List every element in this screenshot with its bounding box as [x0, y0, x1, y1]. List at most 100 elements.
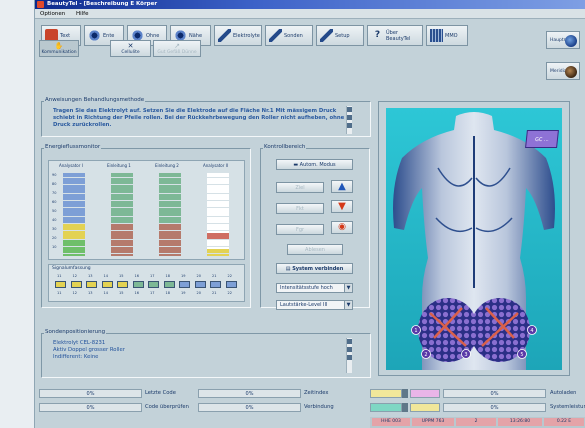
status-value-4: 0%	[39, 403, 142, 412]
toolbar-setup-button[interactable]: Setup	[316, 25, 364, 46]
indicator-yellow-2	[410, 403, 440, 412]
sphere-icon	[565, 66, 577, 78]
signal-top-label: 11	[57, 274, 62, 278]
signal-area: Signalumfassung 11 11 12 12 13 13 14 14 15 15 16 16…	[48, 264, 245, 302]
main-menu-button[interactable]: Hauptmenü	[546, 31, 580, 49]
volume-select[interactable]: Lautstärke-Level III ▼	[276, 300, 353, 310]
control-title: Kontrollbereich	[263, 144, 307, 150]
signal-bottom-label: 18	[165, 291, 170, 295]
instructions-title: Anweisungen Behandlungsmethode	[44, 97, 146, 103]
signal-bottom-label: 21	[212, 291, 217, 295]
globe-icon	[565, 35, 577, 47]
signal-bottom-label: 15	[119, 291, 124, 295]
disabled-button-1[interactable]: Ziel	[276, 182, 324, 193]
tab-other[interactable]: ↗ Gut Gefäß Dünne	[153, 40, 201, 57]
probes-scrollbar[interactable]	[346, 338, 352, 373]
signal-top-label: 20	[196, 274, 201, 278]
auto-mode-button[interactable]: ▬ Autom. Modus	[276, 159, 353, 170]
tab-communication[interactable]: ✋ Kommunikation	[39, 40, 79, 57]
signal-top-label: 19	[181, 274, 186, 278]
intensity-select[interactable]: Intensitätsstufe hoch ▼	[276, 283, 353, 293]
stop-button[interactable]: ◉	[331, 221, 353, 234]
disabled-button-4[interactable]: Ablesen	[287, 244, 343, 255]
scale-tick: 20	[52, 236, 57, 240]
instructions-scrollbar[interactable]	[346, 106, 352, 134]
signal-top-label: 17	[150, 274, 155, 278]
readout-strip: HHE 003 UPPM 763 2 13:26:80 0.22 E	[370, 417, 585, 428]
arrow-icon: ↗	[174, 42, 180, 50]
spin-button[interactable]	[402, 403, 408, 412]
down-arrow-button[interactable]: ▼	[331, 200, 353, 213]
area-marker-label: 4	[530, 328, 533, 334]
status-label-2: Zeitindex	[304, 390, 329, 396]
signal-top-label: 12	[72, 274, 77, 278]
chevron-down-icon: ▼	[344, 284, 352, 292]
signal-top-label: 14	[103, 274, 108, 278]
signal-bottom-label: 19	[181, 291, 186, 295]
toolbar-about-button[interactable]: ? Über BeautyTel	[367, 25, 423, 46]
status-value-6: 0%	[443, 403, 546, 412]
picture-icon	[430, 29, 443, 42]
scale-tick: 40	[52, 218, 57, 222]
meridian-button[interactable]: Meridiane	[546, 62, 580, 80]
signal-cell	[70, 281, 82, 288]
status-value-1: 0%	[39, 389, 142, 398]
wrench-icon	[269, 29, 282, 42]
status-label-5: Verbindung	[304, 404, 334, 410]
signal-bottom-label: 13	[88, 291, 93, 295]
energy-title: Energieflussmonitor	[44, 144, 102, 150]
spin-button[interactable]	[402, 389, 408, 398]
signal-bottom-label: 20	[196, 291, 201, 295]
menu-help[interactable]: Hilfe	[76, 11, 89, 17]
meter-column-label: Einleitung 2	[155, 163, 179, 168]
area-marker-label: 1	[414, 328, 417, 334]
indicator-teal	[370, 403, 402, 412]
gc-badge[interactable]: GC ...	[525, 130, 559, 148]
disabled-button-2[interactable]: Fkt	[276, 203, 324, 214]
disabled-button-3[interactable]: Fgr	[276, 224, 324, 235]
readout-4: 13:26:80	[498, 418, 542, 426]
probes-text: Elektrolyt CEL-8231 Aktiv Doppel grosser…	[49, 338, 353, 373]
status-value-2: 0%	[198, 389, 301, 398]
meter-segment	[63, 253, 85, 256]
signal-cell	[210, 281, 221, 288]
signal-bottom-label: 22	[227, 291, 232, 295]
wrench-icon	[218, 29, 231, 42]
signal-bottom-label: 14	[103, 291, 108, 295]
toolbar-mmo-button[interactable]: MMO	[426, 25, 468, 46]
signal-cell	[194, 281, 206, 288]
window-title: BeautyTel - [Beschreibung E Körper	[47, 1, 158, 7]
toolbar-elektrolyte-button[interactable]: Elektrolyte	[214, 25, 262, 46]
connect-system-button[interactable]: ▤ System verbinden	[276, 263, 353, 274]
signal-top-label: 15	[119, 274, 124, 278]
status-label-6: Systemleistung	[550, 404, 585, 410]
readout-3: 2	[456, 418, 496, 426]
body-image-panel: 1 2 3 4 5 GC ...	[378, 101, 570, 376]
signal-top-label: 18	[165, 274, 170, 278]
signal-bottom-label: 12	[72, 291, 77, 295]
readout-2: UPPM 763	[412, 418, 454, 426]
signal-label: Signalumfassung	[52, 266, 91, 271]
gear-icon	[88, 29, 101, 42]
status-value-3: 0%	[443, 389, 546, 398]
signal-cell	[179, 281, 190, 288]
app-icon	[37, 1, 44, 8]
meter-segment	[111, 253, 133, 256]
scale-tick: 60	[52, 200, 57, 204]
area-marker-label: 2	[424, 352, 427, 358]
indicator-pink	[410, 389, 440, 398]
toolbar-sonden-button[interactable]: Sonden	[265, 25, 313, 46]
up-arrow-button[interactable]: ▲	[331, 180, 353, 193]
meter-area: Analysator I Einleitung 1 Einleitung 2 Anal…	[48, 160, 245, 260]
indicator-yellow	[370, 389, 402, 398]
meter-column-label: Analysator I	[59, 163, 83, 168]
meter-segment	[159, 253, 181, 256]
wrench-icon	[320, 29, 333, 42]
signal-cell	[117, 281, 128, 288]
tab-cellulite[interactable]: ✕ Cellulite	[110, 40, 151, 57]
signal-cell	[163, 281, 175, 288]
signal-bottom-label: 11	[57, 291, 62, 295]
scale-tick: 90	[52, 173, 57, 177]
menu-options[interactable]: Optionen	[40, 11, 65, 17]
scale-tick: 70	[52, 191, 57, 195]
